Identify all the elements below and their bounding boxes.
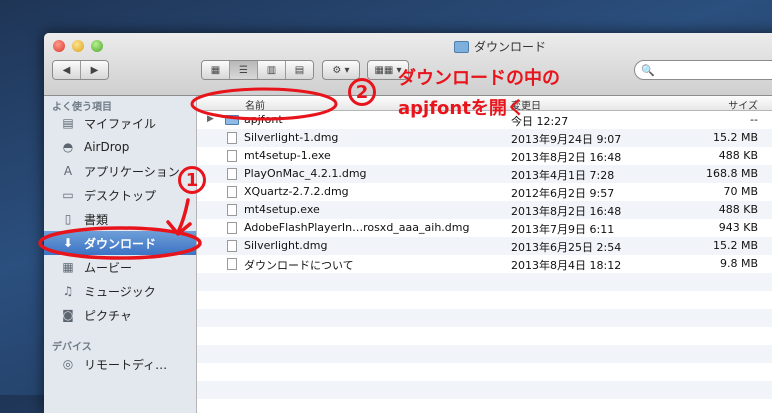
annotation-ink [38,87,338,260]
step1-number-badge: 1 [178,166,206,194]
step2-instruction-line2: apjfontを開く [398,98,525,119]
step2-number-badge: 2 [348,78,376,106]
apjfont-circle [190,87,338,121]
step2-instruction-line1: ダウンロードの中の [398,68,560,89]
